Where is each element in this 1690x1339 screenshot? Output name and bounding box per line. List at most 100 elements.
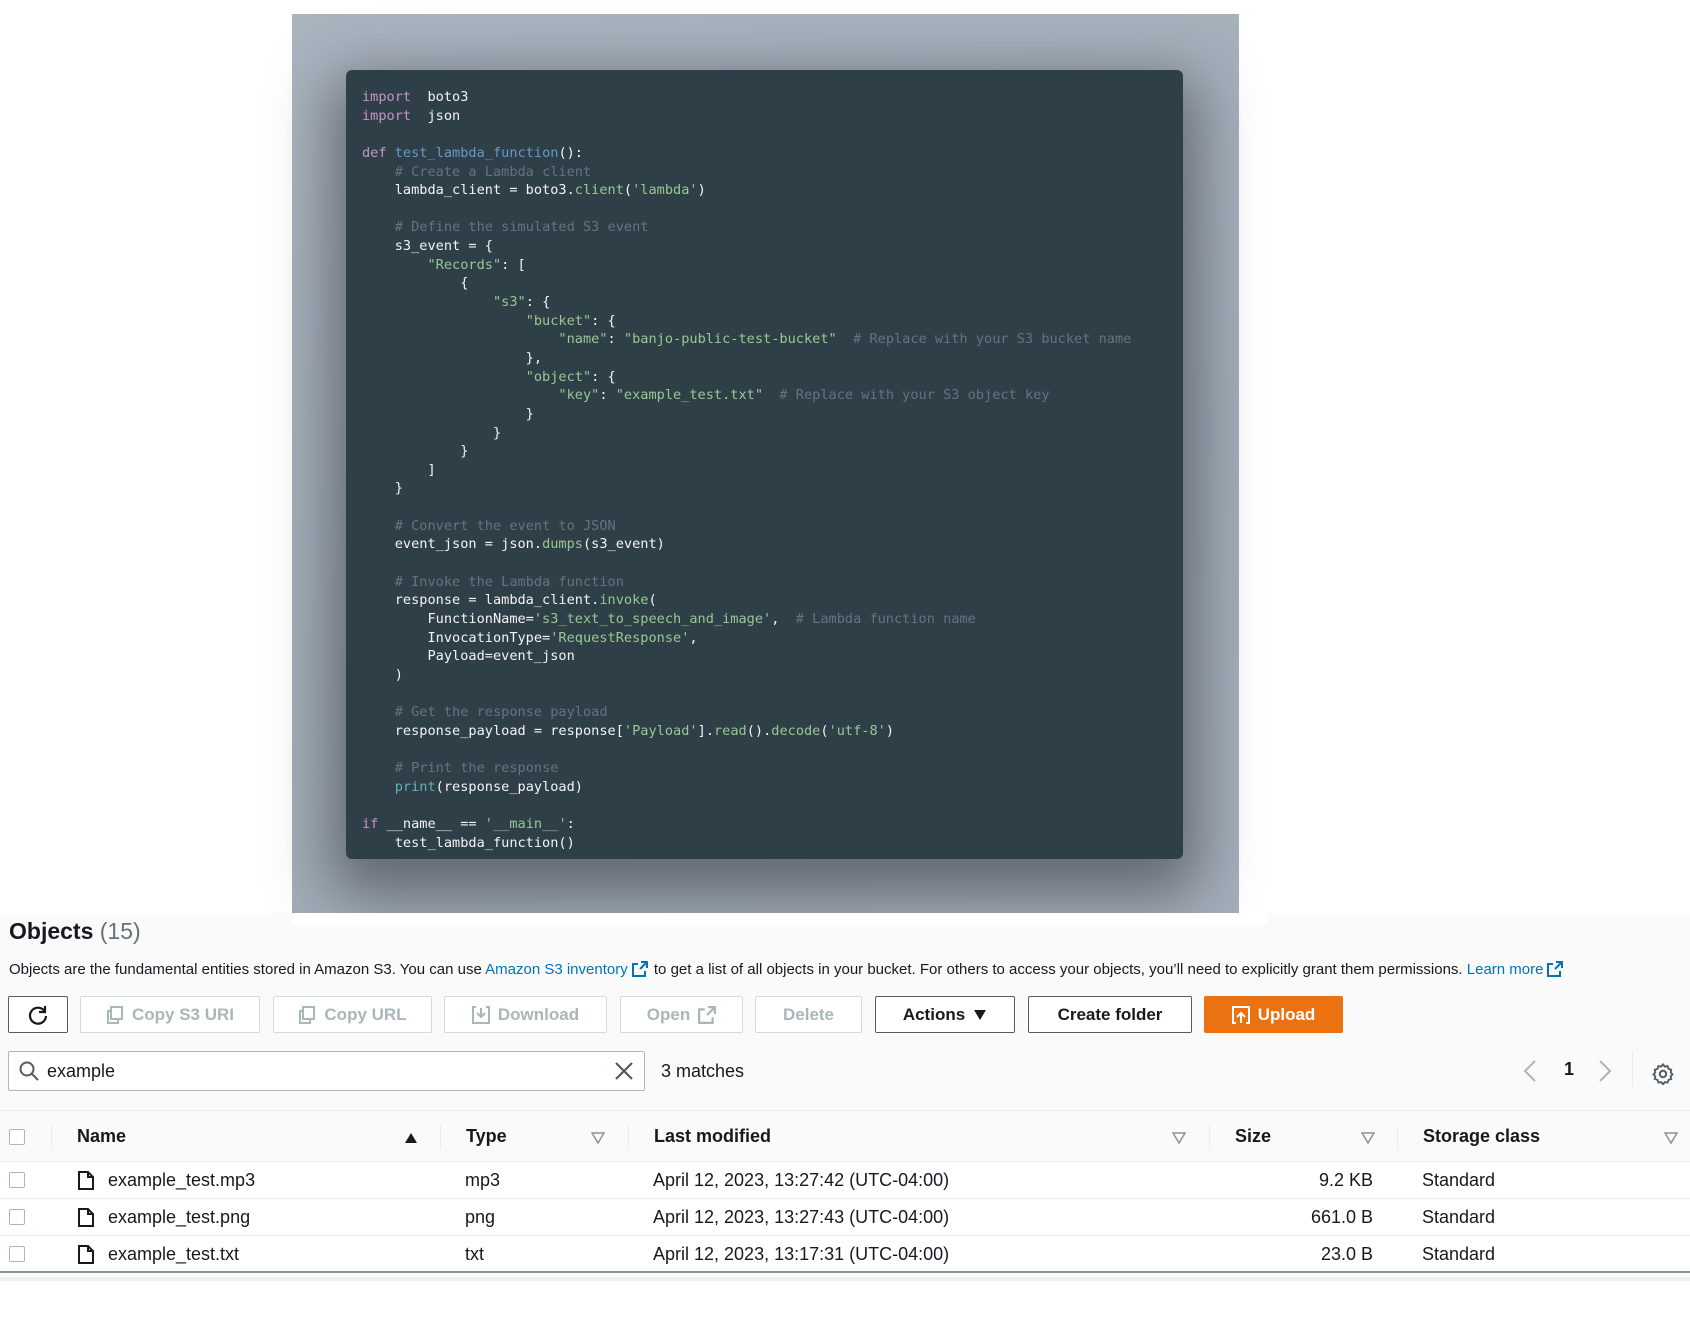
actions-dropdown[interactable]: Actions xyxy=(875,996,1015,1033)
s3-inventory-link[interactable]: Amazon S3 inventory xyxy=(485,961,628,978)
column-divider xyxy=(440,1125,441,1150)
code-token: decode xyxy=(771,723,820,739)
external-link-icon[interactable] xyxy=(632,961,648,977)
gear-icon[interactable] xyxy=(1652,1063,1674,1085)
code-token: : xyxy=(608,331,624,347)
code-token xyxy=(362,219,395,235)
sort-ascending-icon[interactable] xyxy=(404,1132,418,1144)
current-page[interactable]: 1 xyxy=(1564,1059,1574,1080)
code-token: 's3_text_to_speech_and_image' xyxy=(534,611,771,627)
row-checkbox[interactable] xyxy=(9,1209,25,1225)
code-line: # Define the simulated S3 event xyxy=(362,218,1167,237)
delete-button[interactable]: Delete xyxy=(755,996,862,1033)
code-token: ) xyxy=(362,667,403,683)
copy-s3-uri-button[interactable]: Copy S3 URI xyxy=(80,996,260,1033)
code-token: } xyxy=(362,443,468,459)
code-token: response = lambda_client. xyxy=(362,592,599,608)
code-line: Payload=event_json xyxy=(362,647,1167,666)
upload-label: Upload xyxy=(1258,1005,1316,1025)
column-header-last-modified[interactable]: Last modified xyxy=(654,1111,771,1162)
code-token: dumps xyxy=(542,536,583,552)
next-page-icon[interactable] xyxy=(1598,1060,1612,1082)
download-button[interactable]: Download xyxy=(444,996,607,1033)
object-storage-class: Standard xyxy=(1422,1236,1495,1273)
code-line: s3_event = { xyxy=(362,237,1167,256)
code-line: def test_lambda_function(): xyxy=(362,144,1167,163)
code-token: FunctionName= xyxy=(362,611,534,627)
code-line: } xyxy=(362,424,1167,443)
code-line: # Create a Lambda client xyxy=(362,163,1167,182)
column-header-size[interactable]: Size xyxy=(1235,1111,1271,1162)
column-divider xyxy=(1209,1125,1210,1150)
row-checkbox[interactable] xyxy=(9,1172,25,1188)
copy-s3-uri-label: Copy S3 URI xyxy=(132,1005,234,1025)
column-header-name[interactable]: Name xyxy=(77,1111,126,1162)
select-all-checkbox[interactable] xyxy=(9,1129,25,1145)
create-folder-button[interactable]: Create folder xyxy=(1028,996,1192,1033)
copy-url-button[interactable]: Copy URL xyxy=(273,996,432,1033)
row-checkbox[interactable] xyxy=(9,1246,25,1262)
sort-icon[interactable] xyxy=(1361,1132,1375,1144)
external-link-icon[interactable] xyxy=(1547,961,1563,977)
code-line: lambda_client = boto3.client('lambda') xyxy=(362,181,1167,200)
sort-icon[interactable] xyxy=(591,1132,605,1144)
upload-button[interactable]: Upload xyxy=(1204,996,1343,1033)
code-token: 'utf-8' xyxy=(829,723,886,739)
object-type: png xyxy=(465,1199,495,1236)
code-token: def xyxy=(362,145,387,161)
open-button[interactable]: Open xyxy=(620,996,743,1033)
object-size: 9.2 KB xyxy=(1319,1162,1373,1199)
search-input[interactable] xyxy=(47,1061,607,1082)
sort-icon[interactable] xyxy=(1664,1132,1678,1144)
objects-panel: Objects (15) Objects are the fundamental… xyxy=(0,913,1690,1276)
object-name-link[interactable]: example_test.png xyxy=(108,1199,250,1236)
code-line: InvocationType='RequestResponse', xyxy=(362,629,1167,648)
code-token xyxy=(387,145,395,161)
object-name-link[interactable]: example_test.mp3 xyxy=(108,1162,255,1199)
learn-more-link[interactable]: Learn more xyxy=(1467,961,1544,978)
delete-label: Delete xyxy=(783,1005,834,1025)
code-token: 'Payload' xyxy=(624,723,698,739)
code-token xyxy=(837,331,853,347)
object-storage-class: Standard xyxy=(1422,1162,1495,1199)
code-token: : { xyxy=(591,313,616,329)
code-token: # Create a Lambda client xyxy=(395,164,591,180)
clear-search-icon[interactable] xyxy=(614,1061,634,1081)
search-box xyxy=(8,1051,645,1091)
object-type: txt xyxy=(465,1236,484,1273)
code-token: ] xyxy=(362,462,436,478)
code-token xyxy=(362,704,395,720)
code-token: invoke xyxy=(599,592,648,608)
sort-icon[interactable] xyxy=(1172,1132,1186,1144)
code-line xyxy=(362,554,1167,573)
column-header-storage-class[interactable]: Storage class xyxy=(1423,1111,1540,1162)
code-line xyxy=(362,200,1167,219)
object-size: 661.0 B xyxy=(1311,1199,1373,1236)
table-row[interactable]: example_test.png png April 12, 2023, 13:… xyxy=(0,1199,1690,1236)
table-row[interactable]: example_test.mp3 mp3 April 12, 2023, 13:… xyxy=(0,1162,1690,1199)
code-token: } xyxy=(362,425,501,441)
code-token xyxy=(362,164,395,180)
objects-table: Name Type Last modified Size Storage cla… xyxy=(0,1110,1690,1273)
refresh-icon xyxy=(27,1004,49,1026)
code-token: "s3" xyxy=(493,294,526,310)
code-token: { xyxy=(362,275,468,291)
code-line: test_lambda_function() xyxy=(362,834,1167,853)
search-icon xyxy=(19,1061,39,1081)
object-name-link[interactable]: example_test.txt xyxy=(108,1236,239,1273)
pagination-divider xyxy=(1632,1051,1633,1087)
code-line: "Records": [ xyxy=(362,256,1167,275)
object-last-modified: April 12, 2023, 13:27:42 (UTC-04:00) xyxy=(653,1162,949,1199)
table-row[interactable]: example_test.txt txt April 12, 2023, 13:… xyxy=(0,1236,1690,1273)
previous-page-icon[interactable] xyxy=(1523,1060,1537,1082)
copy-icon xyxy=(106,1006,124,1024)
code-token: : { xyxy=(591,369,616,385)
code-token: # Define the simulated S3 event xyxy=(395,219,649,235)
table-bottom-shadow xyxy=(0,1277,1690,1281)
open-label: Open xyxy=(647,1005,690,1025)
code-token: (s3_event) xyxy=(583,536,665,552)
code-token xyxy=(362,518,395,534)
column-header-type[interactable]: Type xyxy=(466,1111,507,1162)
code-token xyxy=(763,387,779,403)
refresh-button[interactable] xyxy=(8,996,68,1033)
